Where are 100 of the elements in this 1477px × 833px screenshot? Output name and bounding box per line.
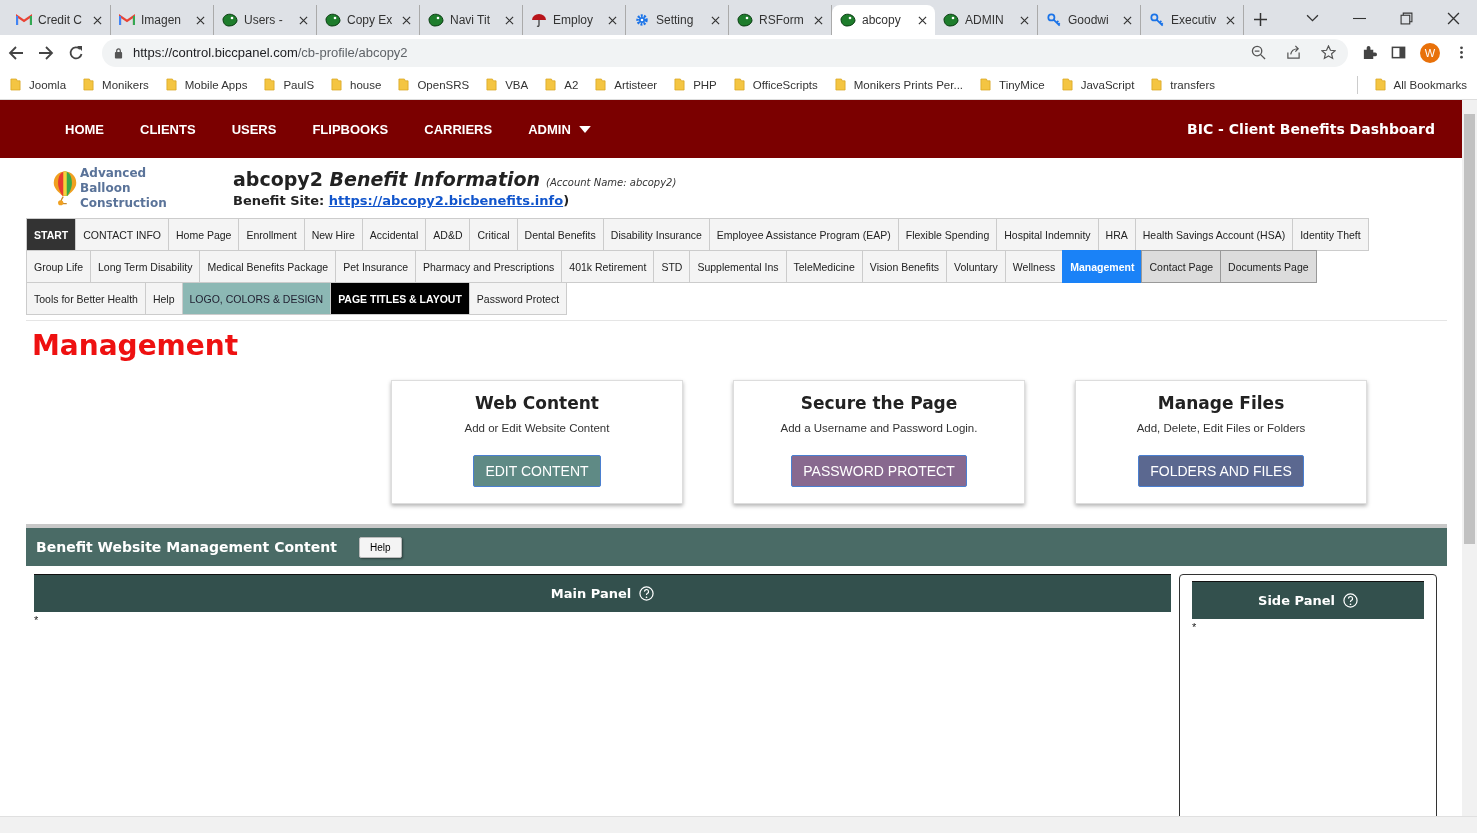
close-icon[interactable] <box>1123 15 1132 25</box>
bookmark[interactable]: OpenSRS <box>398 78 470 91</box>
page-tab[interactable]: 401k Retirement <box>561 250 655 283</box>
folder-icon <box>398 78 410 91</box>
page-tab[interactable]: LOGO, COLORS & DESIGN <box>181 282 332 315</box>
folder-icon <box>1061 78 1073 91</box>
page-tab[interactable]: PAGE TITLES & LAYOUT <box>330 282 470 315</box>
close-icon[interactable] <box>402 15 411 25</box>
page-tab[interactable]: Password Protect <box>468 282 568 315</box>
page-tab[interactable]: Home Page <box>168 218 240 251</box>
page-tab[interactable]: Group Life <box>26 250 92 283</box>
page-tab[interactable]: Documents Page <box>1220 250 1317 283</box>
bookmark[interactable]: A2 <box>545 78 579 91</box>
page-tab[interactable]: Vision Benefits <box>861 250 948 283</box>
page-tab[interactable]: Pet Insurance <box>335 250 416 283</box>
page-tab[interactable]: Employee Assistance Program (EAP) <box>708 218 899 251</box>
bookmark[interactable]: transfers <box>1151 78 1216 91</box>
bookmark[interactable]: Monikers <box>83 78 149 91</box>
bookmark[interactable]: Monikers Prints Per... <box>834 78 964 91</box>
puzzle-icon[interactable] <box>1362 45 1377 60</box>
chevron-down-icon[interactable] <box>1306 12 1319 25</box>
new-tab-icon[interactable] <box>1254 13 1267 26</box>
page-tab[interactable]: TeleMedicine <box>785 250 863 283</box>
bookmark[interactable]: Mobile Apps <box>165 78 248 91</box>
page-tab[interactable]: Management <box>1062 250 1143 283</box>
nav-link[interactable]: USERS <box>231 121 277 137</box>
page-tab[interactable]: Contact Page <box>1141 250 1222 283</box>
zoom-out-icon[interactable] <box>1251 45 1266 60</box>
close-icon[interactable] <box>711 15 720 25</box>
bookmark[interactable]: Joomla <box>10 78 67 91</box>
benefit-site-link[interactable]: https://abcopy2.bicbenefits.info <box>328 193 564 208</box>
page-tab[interactable]: Help <box>144 282 183 315</box>
bookmark[interactable]: VBA <box>486 78 529 91</box>
card-description: Add, Delete, Edit Files or Folders <box>1136 422 1306 434</box>
close-icon[interactable] <box>1226 15 1235 25</box>
page-tab[interactable]: Wellness <box>1004 250 1064 283</box>
browser-tab[interactable]: abcopy <box>832 5 935 35</box>
nav-link[interactable]: HOME <box>65 121 104 137</box>
bookmark[interactable]: OfficeScripts <box>733 78 818 91</box>
restore-icon[interactable] <box>1400 12 1413 25</box>
page-tab[interactable]: Voluntary <box>946 250 1006 283</box>
help-icon[interactable] <box>1342 593 1358 608</box>
page-tab[interactable]: START <box>26 218 77 251</box>
reload-icon[interactable] <box>68 44 84 61</box>
bookmark[interactable]: house <box>331 78 382 91</box>
card-action-button[interactable]: EDIT CONTENT <box>473 455 601 487</box>
bookmark[interactable]: PHP <box>674 78 717 91</box>
close-icon[interactable] <box>299 15 308 25</box>
page-tab[interactable]: Dental Benefits <box>516 218 604 251</box>
bookmark[interactable]: JavaScript <box>1061 78 1135 91</box>
mail-icon <box>16 13 32 27</box>
close-icon[interactable] <box>814 15 823 25</box>
page-tab[interactable]: Health Savings Account (HSA) <box>1134 218 1294 251</box>
page-tab[interactable]: Supplemental Ins <box>689 250 787 283</box>
close-icon[interactable] <box>918 15 927 25</box>
company-name: Balloon <box>80 180 132 196</box>
close-icon[interactable] <box>93 15 102 25</box>
share-icon[interactable] <box>1286 45 1301 60</box>
nav-link[interactable]: ADMIN <box>528 121 591 137</box>
page-tab[interactable]: CONTACT INFO <box>75 218 169 251</box>
page-tab[interactable]: Critical <box>469 218 518 251</box>
close-icon[interactable] <box>196 15 205 25</box>
page-tab[interactable]: Disability Insurance <box>602 218 710 251</box>
lock-icon <box>114 46 123 59</box>
back-icon[interactable] <box>8 44 24 61</box>
company-name: Construction <box>80 195 167 211</box>
help-icon[interactable] <box>639 586 655 601</box>
page-tab[interactable]: Pharmacy and Prescriptions <box>415 250 563 283</box>
forward-icon[interactable] <box>38 44 54 61</box>
card-action-button[interactable]: PASSWORD PROTECT <box>791 455 967 487</box>
bookmark[interactable]: All Bookmarks <box>1374 78 1467 91</box>
nav-link[interactable]: CLIENTS <box>140 121 196 137</box>
card-action-button[interactable]: FOLDERS AND FILES <box>1138 455 1304 487</box>
mail-icon <box>119 13 135 27</box>
side-panel-icon[interactable] <box>1391 45 1406 60</box>
nav-link[interactable]: CARRIERS <box>424 121 493 137</box>
page-tab[interactable]: Tools for Better Health <box>26 282 146 315</box>
page-tab[interactable]: Hospital Indemnity <box>996 218 1099 251</box>
close-icon[interactable] <box>608 15 617 25</box>
vertical-scrollbar[interactable] <box>1462 100 1477 816</box>
nav-link[interactable]: FLIPBOOKS <box>312 121 389 137</box>
bookmark[interactable]: Artisteer <box>595 78 658 91</box>
horizontal-scrollbar[interactable] <box>0 816 1477 833</box>
bookmark[interactable]: TinyMice <box>980 78 1045 91</box>
help-button[interactable]: Help <box>359 536 402 558</box>
close-icon[interactable] <box>1020 15 1029 25</box>
page-tab[interactable]: AD&D <box>425 218 471 251</box>
page-tab[interactable]: STD <box>653 250 691 283</box>
address-bar[interactable]: https://control.biccpanel.com/cb-profile/abcopy2 <box>102 38 1348 67</box>
bookmark[interactable]: PaulS <box>264 78 315 91</box>
close-icon[interactable] <box>1447 12 1460 25</box>
page-tab[interactable]: Medical Benefits Package <box>199 250 337 283</box>
card-title: Manage Files <box>1157 393 1285 413</box>
page-tab[interactable]: Enrollment <box>238 218 305 251</box>
close-icon[interactable] <box>505 15 514 25</box>
page-tab[interactable]: Flexible Spending <box>897 218 998 251</box>
star-icon[interactable] <box>1321 45 1336 60</box>
page-tab[interactable]: Long Term Disability <box>90 250 201 283</box>
page-tab[interactable]: Identity Theft <box>1292 218 1369 251</box>
page-tab[interactable]: New Hire <box>303 218 363 251</box>
